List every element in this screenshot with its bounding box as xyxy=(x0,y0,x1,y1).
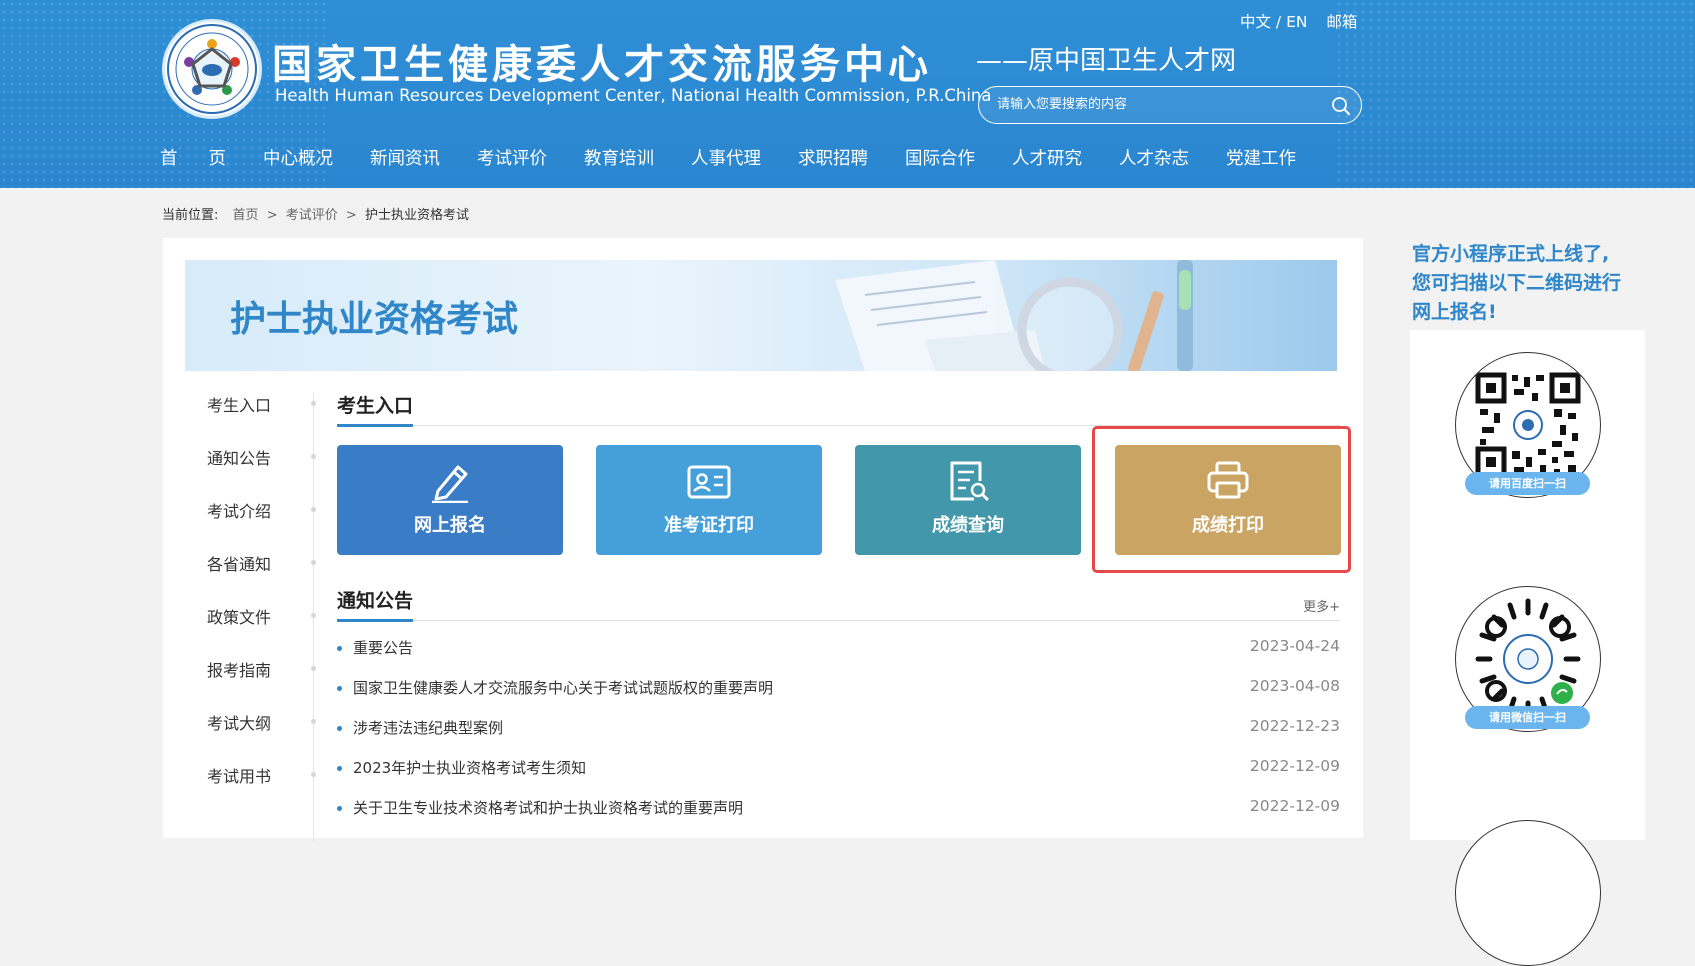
bullet-icon xyxy=(337,686,342,691)
promo-line: 网上报名! xyxy=(1412,301,1497,323)
bullet-icon xyxy=(337,766,342,771)
entry-section-title: 考生入口 xyxy=(337,391,414,427)
bullet-icon xyxy=(337,646,342,651)
qr-panel: 请用百度扫一扫 请用微信扫一扫 xyxy=(1410,330,1645,966)
online-registration-tile[interactable]: 网上报名 xyxy=(337,445,563,555)
side-menu-dot xyxy=(311,560,316,565)
breadcrumb-separator: > xyxy=(266,208,278,223)
notices-more-link[interactable]: 更多+ xyxy=(1303,596,1340,615)
side-menu-item-syllabus[interactable]: 考试大纲 xyxy=(207,710,271,734)
notice-date: 2022-12-23 xyxy=(1249,717,1340,735)
qr-code-partial xyxy=(1455,820,1601,966)
online-registration-label: 网上报名 xyxy=(414,515,486,536)
pen-edit-icon xyxy=(432,465,468,503)
side-menu-item-books[interactable]: 考试用书 xyxy=(207,763,271,787)
breadcrumb-exams[interactable]: 考试评价 xyxy=(286,208,338,223)
notice-title[interactable]: 关于卫生专业技术资格考试和护士执业资格考试的重要声明 xyxy=(353,797,743,818)
nav-item-jobs[interactable]: 求职招聘 xyxy=(798,145,868,171)
breadcrumb-current: 护士执业资格考试 xyxy=(364,208,469,223)
breadcrumb-label: 当前位置: xyxy=(162,208,219,223)
side-menu-item-exam-intro[interactable]: 考试介绍 xyxy=(207,498,271,522)
logo-emblem[interactable] xyxy=(165,22,259,116)
main-nav: 首页 中心概况 新闻资讯 考试评价 教育培训 人事代理 求职招聘 国际合作 人才… xyxy=(160,145,1333,171)
notices-section-title: 通知公告 xyxy=(337,586,414,622)
side-menu-dot xyxy=(311,613,316,618)
list-item[interactable]: 关于卫生专业技术资格考试和护士执业资格考试的重要声明 2022-12-09 xyxy=(337,797,1340,821)
nav-item-training[interactable]: 教育培训 xyxy=(584,145,654,171)
promo-line: 官方小程序正式上线了, xyxy=(1412,243,1610,265)
banner-illustration xyxy=(835,260,1193,371)
list-item[interactable]: 重要公告 2023-04-24 xyxy=(337,637,1340,661)
list-item[interactable]: 涉考违法违纪典型案例 2022-12-23 xyxy=(337,717,1340,741)
notice-title[interactable]: 国家卫生健康委人才交流服务中心关于考试试题版权的重要声明 xyxy=(353,677,773,698)
search-box xyxy=(978,86,1362,124)
notice-title[interactable]: 2023年护士执业资格考试考生须知 xyxy=(353,757,586,778)
language-switch[interactable]: 中文 / EN xyxy=(1240,13,1307,31)
admission-ticket-tile[interactable]: 准考证打印 xyxy=(596,445,822,555)
nav-item-international[interactable]: 国际合作 xyxy=(905,145,975,171)
notice-date: 2023-04-08 xyxy=(1249,677,1340,695)
side-menu-dot xyxy=(311,401,316,406)
side-menu-dot xyxy=(311,719,316,724)
id-card-icon xyxy=(687,465,731,499)
baidu-scan-button: 请用百度扫一扫 xyxy=(1465,472,1590,495)
nav-item-home[interactable]: 首页 xyxy=(160,145,257,171)
list-item[interactable]: 国家卫生健康委人才交流服务中心关于考试试题版权的重要声明 2023-04-08 xyxy=(337,677,1340,701)
side-menu-dot xyxy=(311,772,316,777)
nav-item-magazine[interactable]: 人才杂志 xyxy=(1119,145,1189,171)
side-menu-dot xyxy=(311,507,316,512)
nav-item-news[interactable]: 新闻资讯 xyxy=(370,145,440,171)
entry-section-header: 考生入口 xyxy=(337,391,1340,427)
side-menu-item-candidate-entry[interactable]: 考生入口 xyxy=(207,392,271,416)
side-menu-item-policy-docs[interactable]: 政策文件 xyxy=(207,604,271,628)
admission-ticket-label: 准考证打印 xyxy=(664,515,754,536)
notice-title[interactable]: 涉考违法违纪典型案例 xyxy=(353,717,503,738)
breadcrumb: 当前位置: 首页 > 考试评价 > 护士执业资格考试 xyxy=(162,204,469,223)
nav-item-personnel-agency[interactable]: 人事代理 xyxy=(691,145,761,171)
promo-line: 您可扫描以下二维码进行 xyxy=(1412,272,1622,294)
search-input[interactable] xyxy=(995,96,1319,113)
side-menu-item-guide[interactable]: 报考指南 xyxy=(207,657,271,681)
breadcrumb-separator: > xyxy=(345,208,357,223)
mail-link[interactable]: 邮箱 xyxy=(1326,13,1357,31)
banner-title: 护士执业资格考试 xyxy=(230,299,519,340)
notice-date: 2022-12-09 xyxy=(1249,757,1340,775)
document-search-icon xyxy=(950,461,990,502)
score-query-tile[interactable]: 成绩查询 xyxy=(855,445,1081,555)
site-subtitle: ——原中国卫生人才网 xyxy=(976,46,1237,76)
notice-date: 2023-04-24 xyxy=(1249,637,1340,655)
side-menu-dot xyxy=(311,454,316,459)
side-menu-item-province-notices[interactable]: 各省通知 xyxy=(207,551,271,575)
site-title: 国家卫生健康委人才交流服务中心 xyxy=(272,42,932,88)
score-query-label: 成绩查询 xyxy=(932,515,1004,536)
side-menu-item-notices[interactable]: 通知公告 xyxy=(207,445,271,469)
mini-program-promo: 官方小程序正式上线了, 您可扫描以下二维码进行 网上报名! xyxy=(1412,240,1642,327)
search-icon[interactable] xyxy=(1331,96,1351,116)
notice-title[interactable]: 重要公告 xyxy=(353,637,413,658)
nav-item-research[interactable]: 人才研究 xyxy=(1012,145,1082,171)
nav-item-about[interactable]: 中心概况 xyxy=(263,145,333,171)
site-header: 国家卫生健康委人才交流服务中心 ——原中国卫生人才网 Health Human … xyxy=(0,0,1695,188)
breadcrumb-home[interactable]: 首页 xyxy=(233,208,259,223)
bullet-icon xyxy=(337,806,342,811)
list-item[interactable]: 2023年护士执业资格考试考生须知 2022-12-09 xyxy=(337,757,1340,781)
notice-date: 2022-12-09 xyxy=(1249,797,1340,815)
nav-item-exams[interactable]: 考试评价 xyxy=(477,145,547,171)
header-pattern-right xyxy=(1335,0,1695,188)
top-links: 中文 / EN 邮箱 xyxy=(1240,10,1371,32)
side-menu-dot xyxy=(311,666,316,671)
nav-item-party[interactable]: 党建工作 xyxy=(1226,145,1296,171)
wechat-scan-button: 请用微信扫一扫 xyxy=(1465,706,1590,729)
notices-section-header: 通知公告 更多+ xyxy=(337,586,1340,622)
score-print-highlight xyxy=(1092,426,1351,573)
site-english-name: Health Human Resources Development Cente… xyxy=(275,86,992,105)
bullet-icon xyxy=(337,726,342,731)
page-banner: 护士执业资格考试 xyxy=(185,260,1337,371)
